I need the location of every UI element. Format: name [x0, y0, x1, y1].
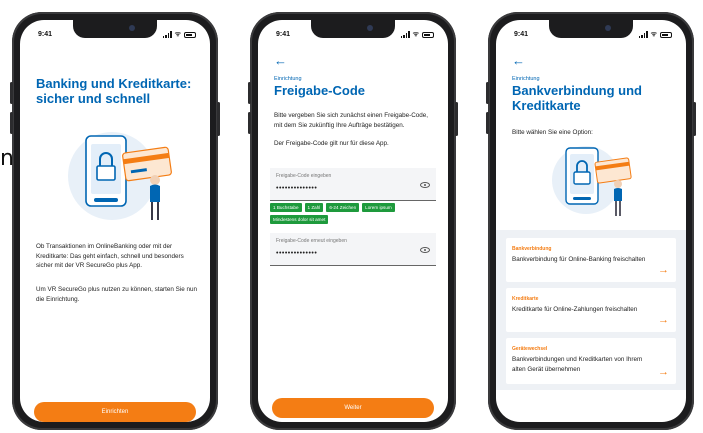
status-time: 9:41 — [276, 31, 291, 38]
requirement-chip: Mindestens dolor sit amet — [270, 215, 329, 224]
signal-icon — [162, 31, 172, 38]
code-repeat-input[interactable]: Freigabe-Code erneut eingeben ••••••••••… — [270, 233, 436, 266]
screen-code: 9:41 ᯤ ← Einrichtung Freigabe-Code Bitte… — [258, 20, 448, 422]
secure-illustration — [68, 132, 172, 220]
option-card-device-change[interactable]: Gerätewechsel Bankverbindungen und Kredi… — [506, 338, 676, 384]
battery-icon — [184, 31, 196, 38]
phone-frame-code: 9:41 ᯤ ← Einrichtung Freigabe-Code Bitte… — [248, 12, 458, 430]
battery-icon — [422, 31, 434, 38]
status-bar: 9:41 ᯤ — [514, 31, 672, 41]
overline: Einrichtung — [274, 76, 302, 82]
option-text: Bankverbindungen und Kreditkarten von Ih… — [512, 356, 643, 373]
back-arrow-icon[interactable]: ← — [274, 53, 287, 68]
requirement-chip: 6-24 Zeichen — [326, 203, 360, 212]
wifi-icon: ᯤ — [174, 31, 181, 38]
eye-icon[interactable] — [420, 182, 430, 188]
page-title: Bankverbindung und Kreditkarte — [512, 83, 642, 113]
overline: Einrichtung — [512, 76, 540, 82]
screen-welcome: 9:41 ᯤ Banking und Kreditkarte: sicher u… — [20, 20, 210, 422]
option-card-bank[interactable]: Bankverbindung Bankverbindung für Online… — [506, 238, 676, 282]
option-text: Bankverbindung für Online-Banking freisc… — [512, 256, 646, 263]
back-arrow-icon[interactable]: ← — [512, 53, 525, 68]
arrow-right-icon: → — [658, 366, 669, 378]
phone-frame-options: 9:41 ᯤ ← Einrichtung Bankverbindung und … — [486, 12, 696, 430]
code-scope-text: Der Freigabe-Code gilt nur für diese App… — [274, 140, 389, 147]
signal-icon — [638, 31, 648, 38]
wifi-icon: ᯤ — [650, 31, 657, 38]
page-title: Banking und Kreditkarte: sicher und schn… — [36, 76, 192, 106]
option-category: Kreditkarte — [512, 296, 539, 302]
setup-button[interactable]: Einrichten — [34, 402, 196, 422]
code-input[interactable]: Freigabe-Code eingeben •••••••••••••• — [270, 168, 436, 201]
requirement-chip: 1 Zahl — [304, 203, 324, 212]
code-requirements: 1 Buchstabe 1 Zahl 6-24 Zeichen Lorem ip… — [270, 203, 436, 224]
secure-illustration — [552, 146, 632, 216]
arrow-right-icon: → — [658, 314, 669, 326]
phone-frame-welcome: 9:41 ᯤ Banking und Kreditkarte: sicher u… — [10, 12, 220, 430]
option-text: Kreditkarte für Online-Zahlungen freisch… — [512, 306, 638, 313]
option-card-creditcard[interactable]: Kreditkarte Kreditkarte für Online-Zahlu… — [506, 288, 676, 332]
intro-text: Ob Transaktionen im OnlineBanking oder m… — [36, 243, 184, 269]
page-title: Freigabe-Code — [274, 83, 366, 98]
option-category: Bankverbindung — [512, 246, 552, 252]
arrow-right-icon: → — [658, 264, 669, 276]
requirement-chip: Lorem ipsum — [362, 203, 395, 212]
setup-hint-text: Um VR SecureGo plus nutzen zu können, st… — [36, 286, 198, 303]
screen-options: 9:41 ᯤ ← Einrichtung Bankverbindung und … — [496, 20, 686, 422]
continue-button[interactable]: Weiter — [272, 398, 434, 418]
code-repeat-value: •••••••••••••• — [276, 250, 318, 257]
requirement-chip: 1 Buchstabe — [270, 203, 302, 212]
battery-icon — [660, 31, 672, 38]
wifi-icon: ᯤ — [412, 31, 419, 38]
eye-icon[interactable] — [420, 247, 430, 253]
code-input-value: •••••••••••••• — [276, 185, 318, 192]
code-repeat-label: Freigabe-Code erneut eingeben — [276, 238, 347, 244]
code-intro-text: Bitte vergeben Sie sich zunächst einen F… — [274, 112, 429, 129]
signal-icon — [400, 31, 410, 38]
options-panel: Bankverbindung Bankverbindung für Online… — [496, 230, 686, 390]
status-bar: 9:41 ᯤ — [38, 31, 196, 41]
status-time: 9:41 — [38, 31, 53, 38]
option-category: Gerätewechsel — [512, 346, 548, 352]
status-time: 9:41 — [514, 31, 529, 38]
options-intro-text: Bitte wählen Sie eine Option: — [512, 129, 593, 136]
code-input-label: Freigabe-Code eingeben — [276, 173, 332, 179]
status-bar: 9:41 ᯤ — [276, 31, 434, 41]
